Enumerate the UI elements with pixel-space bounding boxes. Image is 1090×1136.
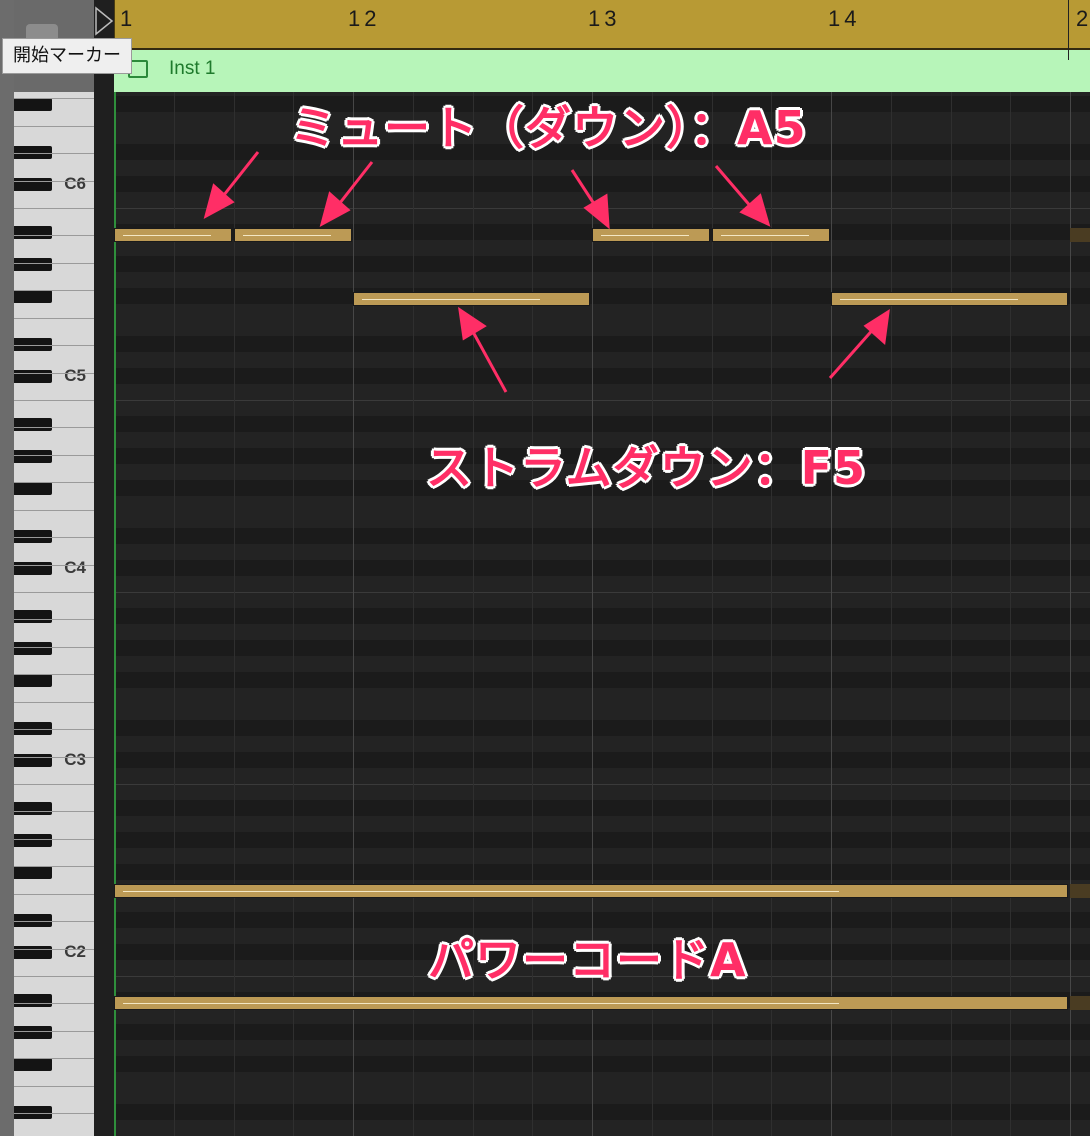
arrow-icon [218, 151, 260, 201]
arrow-icon [828, 325, 878, 379]
arrow-head-icon [583, 193, 610, 230]
annotation-arrows [203, 151, 890, 393]
arrow-head-icon [863, 309, 890, 345]
arrow-icon [470, 329, 508, 393]
arrow-icon [714, 165, 754, 209]
arrow-icon [334, 161, 374, 209]
arrow-head-icon [458, 306, 487, 341]
